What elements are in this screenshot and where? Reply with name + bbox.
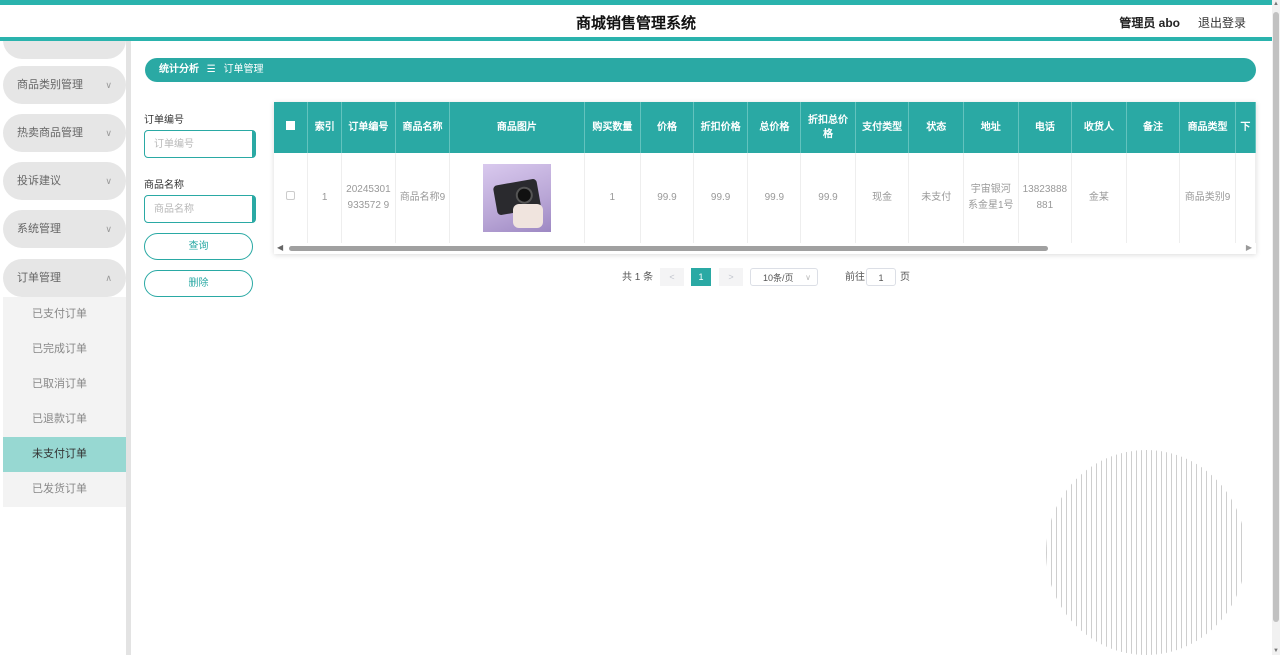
sidebar-item-complaints[interactable]: 投诉建议 ∨ [3,162,126,200]
product-name-label: 商品名称 [144,180,184,191]
page-size-value: 10条/页 [763,273,794,283]
prev-page-button[interactable]: < [660,268,684,286]
col-product-image: 商品图片 [449,102,585,153]
cell-discount-price: 99.9 [693,153,749,243]
col-price: 价格 [640,102,694,153]
cell-status: 未支付 [908,153,964,243]
submenu-refunded-orders[interactable]: 已退款订单 [3,402,126,437]
sidebar-item-system[interactable]: 系统管理 ∨ [3,210,126,248]
submenu-paid-orders[interactable]: 已支付订单 [3,297,126,332]
cell-more [1235,153,1256,243]
col-product-name: 商品名称 [395,102,451,153]
order-no-input[interactable] [144,130,256,158]
breadcrumb-orders: 订单管理 [223,64,264,75]
sidebar-item-label: 订单管理 [17,272,61,284]
col-address: 地址 [963,102,1019,153]
orders-submenu: 已支付订单 已完成订单 已取消订单 已退款订单 未支付订单 已发货订单 [3,297,126,507]
orders-table: 索引 订单编号 商品名称 商品图片 购买数量 价格 折扣价格 总价格 折扣总价格… [274,102,1256,254]
cell-product-name: 商品名称9 [395,153,451,243]
header: 商城销售管理系统 管理员 abo 退出登录 [0,5,1272,37]
cell-receiver: 金某 [1071,153,1127,243]
goto-label: 前往 [845,272,865,283]
col-receiver: 收货人 [1071,102,1127,153]
delete-button[interactable]: 删除 [144,270,253,297]
cell-phone: 13823888881 [1018,153,1073,243]
table-row[interactable]: 1 20245301933572 9 商品名称9 1 99.9 99.9 99.… [274,153,1256,243]
table-horizontal-scrollbar[interactable]: ◀ ▶ [274,243,1256,254]
col-discount-price: 折扣价格 [693,102,749,153]
logout-link[interactable]: 退出登录 [1198,14,1246,31]
scroll-right-icon[interactable]: ▶ [1246,243,1252,252]
cell-quantity: 1 [584,153,642,243]
col-total-price: 总价格 [747,102,802,153]
sidebar-item-label: 投诉建议 [17,175,61,187]
cell-order-no: 20245301933572 9 [341,153,396,243]
page-scroll-thumb[interactable] [1273,12,1279,622]
scroll-down-icon[interactable]: ▼ [1273,648,1279,654]
page-size-select[interactable]: 10条/页 ∨ [750,268,818,286]
header-divider [0,37,1272,41]
submenu-completed-orders[interactable]: 已完成订单 [3,332,126,367]
col-payment-type: 支付类型 [855,102,910,153]
scroll-left-icon[interactable]: ◀ [277,243,283,252]
product-image [482,164,551,232]
next-page-button[interactable]: > [719,268,743,286]
cell-total-price: 99.9 [747,153,802,243]
sidebar-item-product-category[interactable]: 商品类别管理 ∨ [3,66,126,104]
decorative-striped-circle [1046,450,1246,655]
chevron-down-icon: ∨ [805,273,811,282]
cell-price: 99.9 [640,153,694,243]
cell-remark [1126,153,1181,243]
cell-index: 1 [307,153,343,243]
sidebar-item-orders[interactable]: 订单管理 ∧ [3,259,126,297]
cell-payment-type: 现金 [855,153,910,243]
search-button[interactable]: 查询 [144,233,253,260]
sidebar-item-hot-products[interactable]: 热卖商品管理 ∨ [3,114,126,152]
col-quantity: 购买数量 [584,102,642,153]
cell-address: 宇宙银河系金星1号 [963,153,1019,243]
table-header-row: 索引 订单编号 商品名称 商品图片 购买数量 价格 折扣价格 总价格 折扣总价格… [274,102,1256,153]
chevron-down-icon: ∨ [105,80,112,90]
select-all-checkbox[interactable] [274,102,309,153]
breadcrumb-statistics[interactable]: 统计分析 [159,64,199,75]
col-more: 下 [1235,102,1256,153]
page-vertical-scrollbar[interactable]: ▲ ▼ [1272,0,1280,655]
admin-name: 管理员 abo [1119,16,1180,30]
submenu-unpaid-orders[interactable]: 未支付订单 [3,437,126,472]
col-discount-total: 折扣总价格 [800,102,856,153]
sidebar-item-label: 商品类别管理 [17,79,83,91]
pagination-total: 共 1 条 [622,272,654,283]
col-status: 状态 [908,102,964,153]
col-phone: 电话 [1018,102,1073,153]
row-checkbox[interactable] [274,153,309,243]
sidebar-item-label: 热卖商品管理 [17,127,83,139]
page-1-button[interactable]: 1 [691,268,711,286]
submenu-cancelled-orders[interactable]: 已取消订单 [3,367,126,402]
goto-page-input[interactable]: 1 [866,268,896,286]
app-title: 商城销售管理系统 [575,15,696,32]
col-product-type: 商品类型 [1179,102,1236,153]
sidebar-item-top[interactable] [3,41,126,59]
scroll-up-icon[interactable]: ▲ [1273,1,1279,7]
sidebar-item-label: 系统管理 [17,223,61,235]
col-order-no: 订单编号 [341,102,396,153]
order-no-label: 订单编号 [144,115,184,126]
sidebar: 商品类别管理 ∨ 热卖商品管理 ∨ 投诉建议 ∨ 系统管理 ∨ 订单管理 ∧ 已… [0,41,131,655]
col-index: 索引 [307,102,343,153]
chevron-down-icon: ∨ [105,176,112,186]
cell-discount-total: 99.9 [800,153,856,243]
chevron-down-icon: ∨ [105,128,112,138]
breadcrumb-separator-icon: ☰ [206,64,216,75]
col-remark: 备注 [1126,102,1181,153]
scroll-thumb[interactable] [289,246,1048,251]
cell-product-type: 商品类别9 [1179,153,1236,243]
submenu-shipped-orders[interactable]: 已发货订单 [3,472,126,507]
cell-product-image [449,153,585,243]
chevron-down-icon: ∨ [105,224,112,234]
chevron-up-icon: ∧ [105,273,112,283]
breadcrumb: 统计分析 ☰ 订单管理 [145,58,1256,82]
product-name-input[interactable] [144,195,256,223]
page-suffix: 页 [900,272,910,283]
